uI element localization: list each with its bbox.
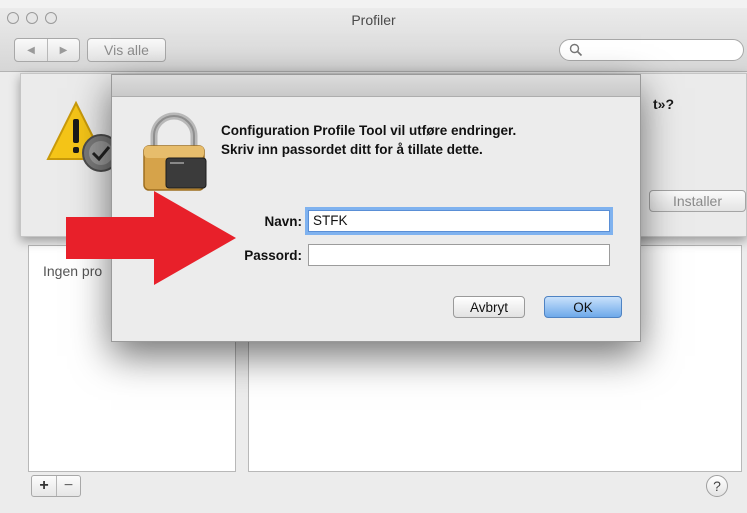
show-all-button[interactable]: Vis alle: [87, 38, 166, 62]
forward-arrow-icon[interactable]: ▶: [47, 39, 79, 61]
auth-message: Configuration Profile Tool vil utføre en…: [221, 121, 621, 159]
add-remove-buttons: + −: [31, 475, 81, 497]
search-icon: [569, 43, 583, 57]
menubar-strip: [0, 0, 747, 8]
back-arrow-icon[interactable]: ◀: [15, 39, 47, 61]
install-question-text: t»?: [653, 96, 674, 112]
name-field[interactable]: STFK: [308, 210, 610, 232]
ok-button[interactable]: OK: [544, 296, 622, 318]
search-field[interactable]: [559, 39, 744, 61]
password-field[interactable]: [308, 244, 610, 266]
lock-icon: [143, 112, 207, 191]
add-profile-button[interactable]: +: [32, 476, 56, 496]
help-button[interactable]: ?: [706, 475, 728, 497]
cancel-button[interactable]: Avbryt: [453, 296, 525, 318]
titlebar: Profiler ◀ ▶ Vis alle: [0, 8, 747, 72]
window-title: Profiler: [351, 12, 396, 28]
install-button[interactable]: Installer: [649, 190, 746, 212]
dialog-titlebar: [112, 75, 640, 97]
remove-profile-button[interactable]: −: [56, 476, 80, 496]
auth-message-line1: Configuration Profile Tool vil utføre en…: [221, 123, 517, 138]
red-annotation-arrow-icon: [66, 191, 236, 285]
nav-button-group: ◀ ▶: [14, 38, 80, 62]
auth-message-line2: Skriv inn passordet ditt for å tillate d…: [221, 142, 483, 157]
